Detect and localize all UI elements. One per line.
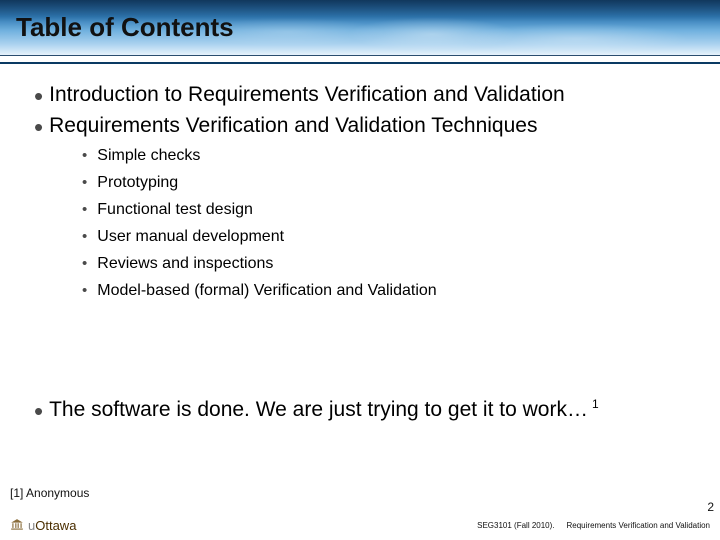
content-area: • Introduction to Requirements Verificat… [0,64,720,422]
bullet-dot-icon: • [34,117,43,137]
sub-bullet-text: User manual development [97,228,284,246]
footer-right: SEG3101 (Fall 2010). Requirements Verifi… [477,521,710,530]
sub-bullet: • Functional test design [82,201,690,219]
sub-bullet-text: Model-based (formal) Verification and Va… [97,282,436,300]
slide: Table of Contents • Introduction to Requ… [0,0,720,540]
sub-bullet: • Model-based (formal) Verification and … [82,282,690,300]
logo-name: Ottawa [35,518,76,533]
sub-bullet: • Reviews and inspections [82,255,690,273]
quote-superscript: 1 [592,397,599,411]
logo: uOttawa [10,518,76,533]
quote-text-wrapper: The software is done. We are just trying… [49,397,599,422]
sub-bullet-text: Simple checks [97,147,200,165]
sub-bullet: • Simple checks [82,147,690,165]
spacer [34,309,690,387]
university-icon [10,518,24,532]
bullet-techniques: • Requirements Verification and Validati… [34,113,690,138]
sub-bullet-list: • Simple checks • Prototyping • Function… [82,147,690,300]
bullet-dot-icon: • [82,147,87,164]
bullet-dot-icon: • [82,282,87,299]
sub-bullet-text: Functional test design [97,201,253,219]
bullet-dot-icon: • [34,86,43,106]
bullet-dot-icon: • [82,228,87,245]
bullet-dot-icon: • [34,401,43,421]
bullet-techniques-text: Requirements Verification and Validation… [49,114,537,138]
footer: uOttawa SEG3101 (Fall 2010). Requirement… [0,512,720,540]
footer-topic: Requirements Verification and Validation [567,521,711,530]
sub-bullet: • Prototyping [82,174,690,192]
bullet-intro-text: Introduction to Requirements Verificatio… [49,83,565,107]
footer-course: SEG3101 (Fall 2010). [477,521,554,530]
sub-bullet: • User manual development [82,228,690,246]
bullet-dot-icon: • [82,201,87,218]
citation: [1] Anonymous [10,486,89,500]
logo-text: uOttawa [28,518,76,533]
bullet-intro: • Introduction to Requirements Verificat… [34,82,690,107]
header-band: Table of Contents [0,0,720,56]
bullet-dot-icon: • [82,255,87,272]
slide-title: Table of Contents [0,0,720,43]
quote-text: The software is done. We are just trying… [49,398,588,421]
sub-bullet-text: Reviews and inspections [97,255,273,273]
bullet-dot-icon: • [82,174,87,191]
sub-bullet-text: Prototyping [97,174,178,192]
bullet-quote: • The software is done. We are just tryi… [34,397,690,422]
